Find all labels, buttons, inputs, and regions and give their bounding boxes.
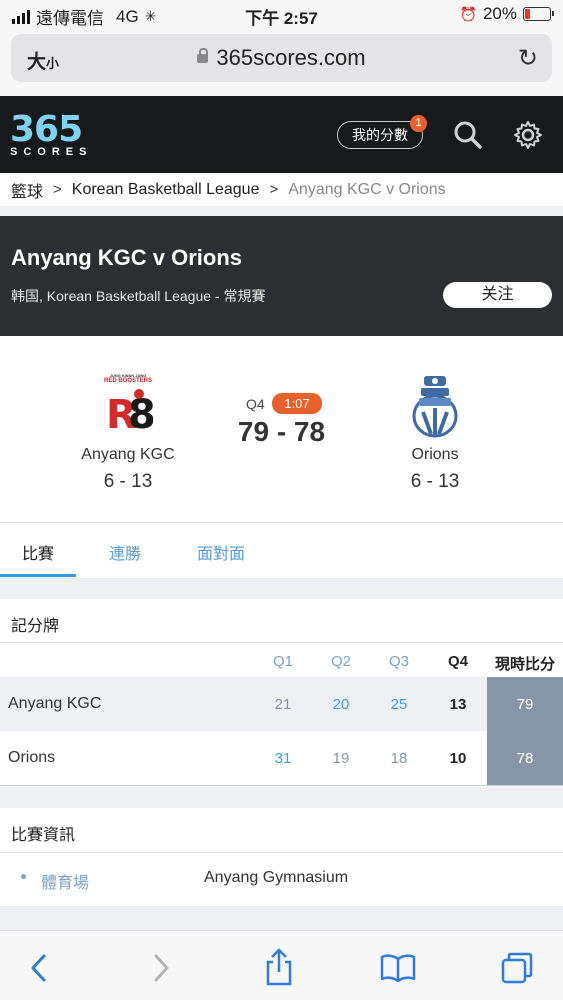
cell-total: 79: [516, 696, 534, 713]
tab-match[interactable]: 比賽: [22, 540, 54, 564]
breadcrumb-current: Anyang KGC v Orions: [288, 180, 446, 198]
tab-head-to-head[interactable]: 面對面: [197, 540, 245, 564]
site-logo[interactable]: 365 SCORES: [10, 109, 93, 159]
active-tab-indicator: [0, 574, 76, 577]
period-label: Q4: [246, 396, 265, 412]
chevron-right-icon: >: [269, 181, 279, 198]
back-icon[interactable]: [28, 953, 50, 983]
match-title: Anyang KGC v Orions: [11, 245, 243, 270]
logo-number: 365: [10, 109, 83, 150]
breadcrumb-sport[interactable]: 籃球: [11, 178, 43, 202]
divider: [0, 642, 563, 643]
address-bar[interactable]: 大小 365scores.com ↻: [11, 34, 552, 82]
header-q1: Q1: [272, 653, 293, 670]
away-team-record: 6 - 13: [410, 471, 460, 492]
venue-label: 體育場: [41, 875, 90, 892]
cell-q1: 21: [274, 696, 292, 713]
browser-toolbar: [0, 930, 563, 1000]
bookmarks-icon[interactable]: [380, 953, 416, 983]
divider: [0, 852, 563, 853]
url-text: 365scores.com: [216, 45, 366, 70]
home-team-record: 6 - 13: [103, 471, 153, 492]
cell-q2: 20: [332, 696, 350, 713]
reload-icon[interactable]: ↻: [518, 44, 538, 73]
notification-badge: 1: [410, 115, 427, 132]
alarm-icon: ⏰: [459, 5, 477, 22]
scoreboard: JUNG KWAN JANG RED BOOSTERS R 8 Anyang K…: [0, 336, 563, 522]
cell-q1: 31: [274, 750, 292, 767]
site-header: 365 SCORES 我的分數 1: [0, 96, 563, 173]
cell-q3: 25: [390, 696, 408, 713]
cell-q4: 10: [449, 750, 467, 767]
search-icon[interactable]: [453, 120, 483, 150]
home-team-name[interactable]: Anyang KGC: [58, 446, 198, 464]
away-team-name[interactable]: Orions: [365, 446, 505, 464]
battery-icon: [523, 7, 554, 21]
breadcrumb-league[interactable]: Korean Basketball League: [72, 181, 260, 199]
row-team-name: Anyang KGC: [8, 695, 102, 712]
match-subtitle: 韩国, Korean Basketball League - 常規賽: [11, 288, 266, 304]
header-q3: Q3: [388, 653, 409, 670]
forward-icon[interactable]: [150, 953, 172, 983]
battery-percent: 20%: [482, 4, 517, 23]
total-column: [487, 677, 563, 785]
header-q2: Q2: [330, 653, 351, 670]
gear-icon[interactable]: [513, 120, 543, 150]
header-q4: Q4: [447, 653, 468, 670]
venue-value: Anyang Gymnasium: [204, 869, 349, 886]
logo-subtitle: SCORES: [10, 146, 93, 158]
match-header: Anyang KGC v Orions 韩国, Korean Basketbal…: [0, 216, 563, 336]
game-clock: 1:07: [272, 393, 322, 414]
share-icon[interactable]: [263, 947, 295, 987]
away-team-logo[interactable]: [409, 372, 461, 440]
follow-button[interactable]: 关注: [443, 282, 552, 308]
box-score-title: 記分牌: [11, 618, 60, 635]
tab-streaks[interactable]: 連勝: [109, 540, 141, 564]
tab-bar: 比賽 連勝 面對面: [0, 522, 563, 578]
cell-q2: 19: [332, 750, 350, 767]
bullet-icon: [21, 874, 26, 879]
match-info-card: 比賽資訊 體育場 Anyang Gymnasium: [0, 808, 563, 906]
match-info-title: 比賽資訊: [11, 827, 76, 844]
breadcrumb: 籃球 > Korean Basketball League > Anyang K…: [0, 173, 563, 206]
cell-total: 78: [516, 750, 534, 767]
row-team-name: Orions: [8, 749, 56, 766]
status-bar: 遠傳電信 4G ✳ 下午 2:57 ⏰ 20%: [0, 0, 563, 30]
cell-q3: 18: [390, 750, 408, 767]
tabs-icon[interactable]: [500, 951, 534, 985]
chevron-right-icon: >: [53, 181, 62, 198]
cell-q4: 13: [449, 696, 467, 713]
lock-icon: [197, 48, 209, 63]
url-display[interactable]: 365scores.com: [11, 45, 552, 71]
header-total: 現時比分: [494, 656, 555, 673]
live-score: 79 - 78: [237, 416, 326, 447]
divider: [0, 785, 563, 786]
